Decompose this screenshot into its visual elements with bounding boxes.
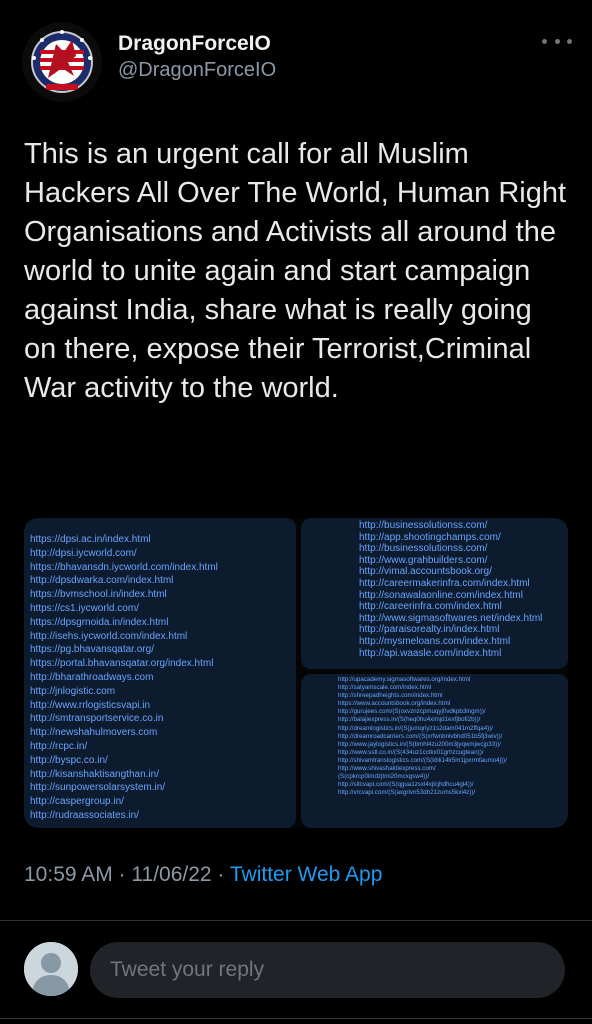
divider bbox=[0, 920, 592, 921]
url-list-item: http://mysmeloans.com/index.html bbox=[359, 635, 511, 647]
url-list-item: http://careerinfra.com/index.html bbox=[359, 601, 502, 613]
url-list-item: http://newshahulmovers.com bbox=[30, 727, 158, 739]
url-list-item: https://www.accountsbook.org/index.html bbox=[338, 700, 451, 708]
url-list-item: http://rcpc.in/ bbox=[30, 740, 88, 752]
tweet-media[interactable]: https://dpsi.ac.in/index.html http://dpsi… bbox=[24, 518, 568, 828]
url-list-item: http://smtransportservice.co.in bbox=[30, 713, 164, 725]
url-list-item: http://app.shootingchamps.com/ bbox=[359, 531, 501, 543]
more-horizontal-icon bbox=[542, 38, 547, 44]
url-list-item: http://vimal.accountsbook.org/ bbox=[359, 566, 492, 578]
url-list-item: http://caspergroup.in/ bbox=[30, 796, 124, 808]
user-handle[interactable]: @DragonForceIO bbox=[118, 57, 276, 83]
url-list-item: http://byspc.co.in/ bbox=[30, 754, 108, 766]
url-list-item: https://bvmschool.in/index.html bbox=[30, 589, 167, 601]
tweet-header: DragonForceIO @DragonForceIO bbox=[22, 22, 572, 102]
profile-avatar[interactable] bbox=[22, 22, 102, 102]
url-list-item: http://www.shivashaktiexpress.com/ bbox=[338, 765, 436, 773]
user-block[interactable]: DragonForceIO @DragonForceIO bbox=[118, 31, 276, 83]
reply-avatar bbox=[24, 942, 78, 996]
url-list-item: http://shivamtranslogistics.com/(S(kbli1… bbox=[338, 756, 507, 764]
url-list-item: https://bhavansdn.iycworld.com/index.htm… bbox=[30, 561, 218, 573]
tweet-timestamp[interactable]: 10:59 AM · 11/06/22 · bbox=[24, 863, 230, 886]
url-list-left: https://dpsi.ac.in/index.html http://dpsi… bbox=[30, 533, 218, 823]
more-horizontal-icon bbox=[567, 38, 572, 44]
reply-input[interactable] bbox=[90, 942, 565, 998]
media-image-top-right[interactable]: http://businessolutionss.com/http://app.… bbox=[301, 518, 568, 669]
url-list-item: http://rudraassociates.in/ bbox=[30, 809, 139, 821]
url-list-top-right: http://businessolutionss.com/http://app.… bbox=[359, 520, 542, 659]
url-list-item: http://paraisorealty.in/index.html bbox=[359, 624, 500, 636]
tweet-source-link[interactable]: Twitter Web App bbox=[230, 863, 383, 886]
url-list-bottom-right: http://upacademy.sigmasoftwares.org/inde… bbox=[338, 676, 507, 797]
more-horizontal-icon bbox=[554, 38, 560, 44]
url-list-item: http://careermakerinfra.com/index.html bbox=[359, 577, 530, 589]
url-list-item: https://portal.bhavansqatar.org/index.ht… bbox=[30, 658, 214, 670]
url-list-item: https://dpsgrnoida.in/index.html bbox=[30, 616, 169, 628]
url-list-item: http://dpsi.iycworld.com/ bbox=[30, 547, 137, 559]
url-list-item: http://dreamlogistics.in/(S(jumqriyz1s2d… bbox=[338, 724, 493, 732]
url-list-item: https://cs1.iycworld.com/ bbox=[30, 602, 139, 614]
url-list-item: http://www.rrlogisticsvapi.in bbox=[30, 699, 151, 711]
url-list-item: https://dpsi.ac.in/index.html bbox=[30, 534, 151, 545]
tweet-text: This is an urgent call for all Muslim Ha… bbox=[24, 138, 567, 404]
url-list-item: http://bharathroadways.com bbox=[30, 671, 154, 683]
tweet-meta: 10:59 AM · 11/06/22 · Twitter Web App bbox=[24, 862, 382, 888]
url-list-item: http://sitcvapi.com/(S(qgua1zsxl4xjlcjhd… bbox=[338, 781, 474, 789]
url-list-item: (S(cpkrcp0imdzjtmi20mcxgsw4))/ bbox=[338, 773, 430, 781]
url-list-item: http://vrcvapi.com/(S(axgrlvn53dh21zums5… bbox=[338, 789, 476, 797]
url-list-item: http://dpsdwarka.com/index.html bbox=[30, 575, 174, 587]
url-list-item: http://upacademy.sigmasoftwares.org/inde… bbox=[338, 676, 471, 683]
url-list-item: http://kisanshaktisangthan.in/ bbox=[30, 768, 159, 780]
url-list-item: http://isehs.iycworld.com/index.html bbox=[30, 630, 188, 642]
media-image-left[interactable]: https://dpsi.ac.in/index.html http://dpsi… bbox=[24, 518, 296, 828]
url-list-item: http://sunpowersolarsystem.in/ bbox=[30, 782, 166, 794]
url-list-item: http://dreamroadcarriers.com/(S(xrfwnbnl… bbox=[338, 732, 503, 740]
display-name[interactable]: DragonForceIO bbox=[118, 31, 276, 57]
more-options-button[interactable] bbox=[542, 34, 572, 48]
url-list-item: http://www.grahbuilders.com/ bbox=[359, 554, 488, 566]
url-list-item: http://www.jaylogistics.in/(S(bmhl4zu200… bbox=[338, 740, 501, 748]
url-list-item: http://api.waasle.com/index.html bbox=[359, 647, 502, 659]
url-list-item: http://sonawalaonline.com/index.html bbox=[359, 589, 523, 601]
url-list-item: http://balajiexpress.in/(S(heq0hu4ximjd1… bbox=[338, 716, 481, 724]
url-list-item: http://businessolutionss.com/ bbox=[359, 543, 488, 555]
url-list-item: http://businessolutionss.com/ bbox=[359, 520, 488, 531]
url-list-item: http://www.sigmasoftwares.net/index.html bbox=[359, 612, 543, 624]
media-image-bottom-right[interactable]: http://upacademy.sigmasoftwares.org/inde… bbox=[301, 674, 568, 828]
default-avatar-icon bbox=[24, 942, 78, 996]
dragon-logo-icon bbox=[22, 22, 102, 102]
url-list-item: http://www.sstl.co.in/(S(434uz1cctkx01gr… bbox=[338, 748, 484, 756]
url-list-item: http://jnlogistic.com bbox=[30, 685, 116, 697]
url-list-item: http://gurujees.com/(S(oxvznzcpmuqyj0vdk… bbox=[338, 708, 486, 716]
divider bbox=[0, 1018, 592, 1019]
url-list-item: http://satyamscale.com/index.html bbox=[338, 684, 432, 692]
url-list-item: https://pg.bhavansqatar.org/ bbox=[30, 644, 154, 656]
url-list-item: http://shreepadheights.com/index.html bbox=[338, 692, 443, 700]
